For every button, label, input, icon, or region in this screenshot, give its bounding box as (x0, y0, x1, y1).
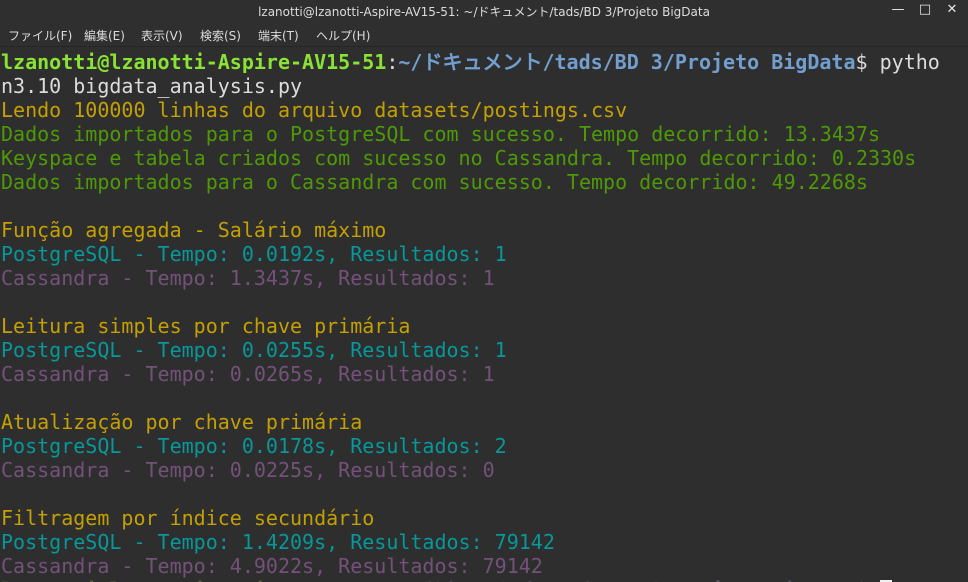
section-title: Filtragem por índice secundário (1, 506, 375, 530)
section-title: Leitura simples por chave primária (1, 314, 411, 338)
cassandra-result: Cassandra - Tempo: 0.0225s, Resultados: … (1, 458, 495, 482)
menu-search[interactable]: 検索(S) (200, 27, 241, 44)
minimize-icon[interactable]: — (885, 0, 911, 22)
postgres-result: PostgreSQL - Tempo: 0.0255s, Resultados:… (1, 338, 507, 362)
section-title: Atualização por chave primária (1, 410, 363, 434)
menu-bar: ファイル(F) 編集(E) 表示(V) 検索(S) 端末(T) ヘルプ(H) (0, 22, 968, 47)
terminal-window: lzanotti@lzanotti-Aspire-AV15-51: ~/ドキュメ… (0, 0, 968, 582)
prompt-line: lzanotti@lzanotti-Aspire-AV15-51:~/ドキュメン… (1, 50, 940, 74)
output-line: Dados importados para o PostgreSQL com s… (1, 122, 880, 146)
prompt-path: ~/ドキュメント/tads/BD 3/Projeto BigData (398, 50, 856, 74)
maximize-icon[interactable]: □ (912, 0, 938, 22)
cassandra-result: Cassandra - Tempo: 1.3437s, Resultados: … (1, 266, 495, 290)
terminal-output[interactable]: lzanotti@lzanotti-Aspire-AV15-51:~/ドキュメン… (0, 47, 968, 582)
output-line: Lendo 100000 linhas do arquivo datasets/… (1, 98, 628, 122)
section-title: Função agregada - Salário máximo (1, 218, 387, 242)
prompt-line: lzanotti@lzanotti-Aspire-AV15-51:~/ドキュメン… (1, 578, 892, 582)
postgres-result: PostgreSQL - Tempo: 0.0192s, Resultados:… (1, 242, 507, 266)
prompt-colon: : (386, 50, 399, 74)
prompt-colon: : (386, 578, 398, 582)
menu-help[interactable]: ヘルプ(H) (316, 27, 370, 44)
prompt-dollar: $ (856, 578, 880, 582)
cassandra-result: Cassandra - Tempo: 0.0265s, Resultados: … (1, 362, 495, 386)
postgres-result: PostgreSQL - Tempo: 1.4209s, Resultados:… (1, 530, 555, 554)
menu-view[interactable]: 表示(V) (141, 27, 183, 44)
title-bar[interactable]: lzanotti@lzanotti-Aspire-AV15-51: ~/ドキュメ… (0, 0, 968, 22)
cassandra-result: Cassandra - Tempo: 4.9022s, Resultados: … (1, 554, 543, 578)
command-text: pytho (879, 50, 940, 74)
menu-edit[interactable]: 編集(E) (84, 27, 125, 44)
menu-file[interactable]: ファイル(F) (8, 27, 72, 44)
prompt-user: lzanotti@lzanotti-Aspire-AV15-51 (1, 578, 386, 582)
close-icon[interactable]: ✕ (939, 0, 965, 22)
menu-terminal[interactable]: 端末(T) (258, 27, 299, 44)
prompt-user: lzanotti@lzanotti-Aspire-AV15-51 (1, 50, 387, 74)
prompt-path: ~/ドキュメント/tads/BD 3/Projeto BigData (398, 578, 855, 582)
window-title: lzanotti@lzanotti-Aspire-AV15-51: ~/ドキュメ… (258, 5, 710, 19)
output-line: Dados importados para o Cassandra com su… (1, 170, 868, 194)
postgres-result: PostgreSQL - Tempo: 0.0178s, Resultados:… (1, 434, 507, 458)
command-continuation: n3.10 bigdata_analysis.py (1, 74, 303, 98)
output-line: Keyspace e tabela criados com sucesso no… (1, 146, 917, 170)
prompt-dollar: $ (855, 50, 880, 74)
